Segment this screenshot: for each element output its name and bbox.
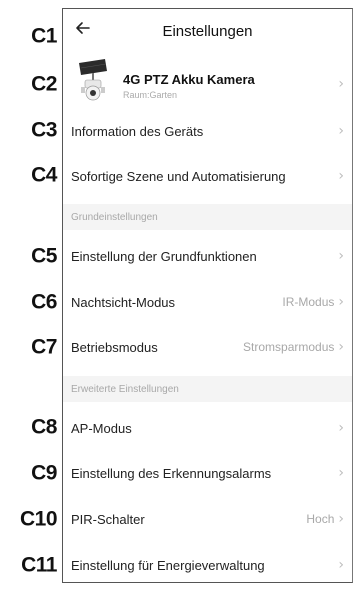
detection-alarm-row[interactable]: Einstellung des Erkennungsalarms › — [63, 455, 352, 491]
row-value: Stromsparmodus — [243, 340, 335, 354]
code-labels: C1 C2 C3 C4 C5 C6 C7 C8 C9 C10 C11 — [0, 0, 62, 590]
code-label: C6 — [31, 290, 57, 314]
settings-screen: Einstellungen 4G PTZ Akku Kamera Raum:Ga… — [62, 8, 353, 583]
chevron-right-icon: › — [338, 168, 344, 184]
row-label: Information des Geräts — [71, 123, 204, 139]
page-title: Einstellungen — [162, 23, 253, 40]
header-bar: Einstellungen — [63, 9, 352, 51]
scene-automation-row[interactable]: Sofortige Szene und Automatisierung › — [63, 158, 352, 194]
row-label: Betriebsmodus — [71, 339, 158, 355]
row-label: Einstellung für Energieverwaltung — [71, 557, 265, 573]
row-label: AP-Modus — [71, 420, 132, 436]
code-label: C10 — [19, 507, 58, 531]
chevron-right-icon: › — [338, 465, 344, 481]
code-label: C1 — [31, 24, 57, 48]
chevron-right-icon: › — [338, 339, 344, 355]
code-label: C9 — [31, 461, 57, 485]
code-label: C5 — [31, 244, 57, 268]
section-header-basic: Grundeinstellungen — [63, 204, 352, 230]
chevron-right-icon: › — [338, 248, 344, 264]
chevron-right-icon: › — [338, 76, 344, 92]
row-label: Nachtsicht-Modus — [71, 294, 176, 310]
operating-mode-row[interactable]: Betriebsmodus Stromsparmodus › — [63, 329, 352, 365]
device-name: 4G PTZ Akku Kamera — [123, 72, 255, 87]
pir-switch-row[interactable]: PIR-Schalter Hoch › — [63, 501, 352, 537]
chevron-right-icon: › — [338, 294, 344, 310]
code-label: C11 — [21, 553, 57, 577]
code-label: C7 — [31, 335, 57, 359]
row-value: Hoch — [306, 512, 335, 526]
code-label: C4 — [31, 163, 57, 187]
row-value: IR-Modus — [282, 295, 335, 309]
row-label: Einstellung der Grundfunktionen — [71, 248, 257, 264]
device-row[interactable]: 4G PTZ Akku Kamera Raum:Garten › — [63, 53, 352, 117]
energy-management-row[interactable]: Einstellung für Energieverwaltung › — [63, 547, 352, 583]
chevron-right-icon: › — [338, 557, 344, 573]
section-header-advanced: Erweiterte Einstellungen — [63, 376, 352, 402]
ap-mode-row[interactable]: AP-Modus › — [63, 410, 352, 446]
solar-ptz-camera-icon — [75, 59, 111, 103]
device-info-row[interactable]: Information des Geräts › — [63, 113, 352, 149]
row-label: Einstellung des Erkennungsalarms — [71, 465, 272, 481]
row-label: PIR-Schalter — [71, 511, 145, 527]
basic-functions-row[interactable]: Einstellung der Grundfunktionen › — [63, 238, 352, 274]
night-vision-row[interactable]: Nachtsicht-Modus IR-Modus › — [63, 284, 352, 320]
device-room: Raum:Garten — [123, 90, 178, 100]
row-label: Sofortige Szene und Automatisierung — [71, 168, 286, 184]
chevron-right-icon: › — [338, 511, 344, 527]
code-label: C2 — [31, 72, 57, 96]
code-label: C3 — [31, 118, 57, 142]
chevron-right-icon: › — [338, 123, 344, 139]
code-label: C8 — [31, 415, 57, 439]
chevron-right-icon: › — [338, 420, 344, 436]
